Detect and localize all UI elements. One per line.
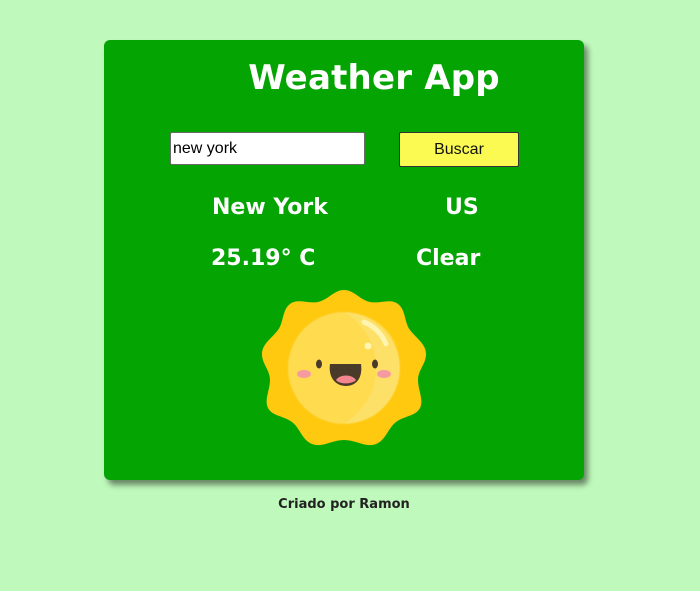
weather-card: Weather App Buscar New York US 25.19° C … bbox=[104, 40, 584, 480]
temperature: 25.19° C bbox=[211, 246, 316, 271]
app-title: Weather App bbox=[248, 58, 500, 98]
smiling-sun-icon bbox=[262, 288, 426, 448]
search-button[interactable]: Buscar bbox=[399, 132, 519, 167]
city-search-input[interactable] bbox=[170, 132, 365, 165]
city-name: New York bbox=[212, 195, 328, 220]
weather-description: Clear bbox=[416, 246, 481, 271]
country-code: US bbox=[445, 195, 479, 220]
footer-credit: Criado por Ramon bbox=[278, 497, 410, 512]
